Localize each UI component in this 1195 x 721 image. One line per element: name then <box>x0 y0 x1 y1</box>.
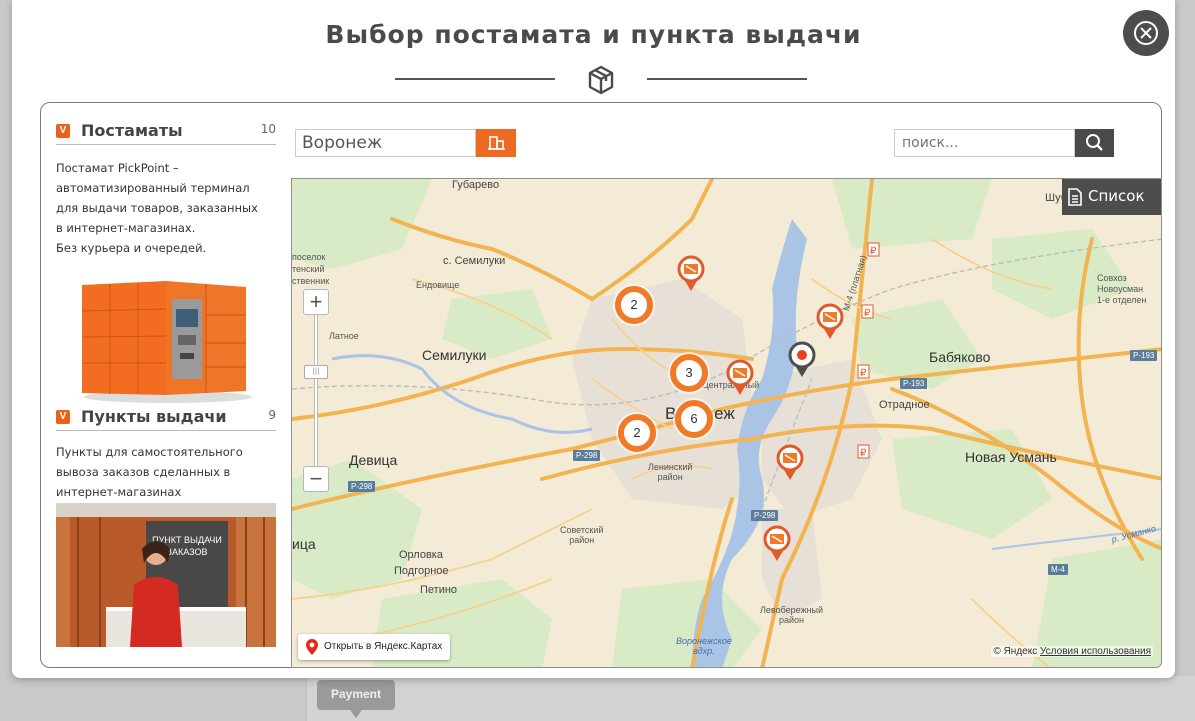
search-input[interactable] <box>894 129 1075 157</box>
zoom-control: + ||| − <box>303 289 329 494</box>
list-button-label: Список <box>1088 187 1145 205</box>
title-divider-right <box>647 78 807 80</box>
map-label-tenskiy: тенский <box>292 264 325 274</box>
map-label-orlovka: Орловка <box>399 549 443 561</box>
copyright-text: © Яндекс <box>993 646 1038 657</box>
city-select-button[interactable] <box>476 129 516 157</box>
backdrop-page <box>306 676 1195 721</box>
map-label-reservoir: Воронежское вдхр. <box>676 636 732 656</box>
v-badge-icon: V <box>56 410 70 424</box>
map-cluster[interactable]: 2 <box>615 286 653 324</box>
map-label-otradnoe: Отрадное <box>879 399 930 411</box>
map-label-endovishe: Ендовище <box>416 280 460 290</box>
search-icon <box>1086 134 1103 151</box>
close-icon <box>1134 21 1158 45</box>
map-label-latnoe: Латное <box>329 331 359 341</box>
map-label-sovkhoz: ственник <box>292 276 330 286</box>
road-sign-r298: Р-298 <box>348 481 376 492</box>
pickup-section: V Пункты выдачи 9 Пункты для самостоятел… <box>56 103 276 648</box>
pickup-count: 9 <box>268 408 276 422</box>
svg-text:ЗАКАЗОВ: ЗАКАЗОВ <box>167 547 208 557</box>
pickup-office-photo: ПУНКТ ВЫДАЧИ ЗАКАЗОВ <box>56 503 276 647</box>
title-divider-left <box>395 78 555 80</box>
open-in-yandex-maps-button[interactable]: Открыть в Яндекс.Картах <box>298 634 451 660</box>
map-cluster[interactable]: 2 <box>618 414 656 452</box>
close-button[interactable] <box>1123 10 1169 56</box>
zoom-track[interactable] <box>314 315 318 468</box>
pickup-point-modal: Выбор постамата и пункта выдачи V Постам… <box>12 0 1175 678</box>
pickup-title: Пункты выдачи <box>81 407 227 426</box>
map-label-devitsa: Девица <box>349 452 398 468</box>
payment-tooltip: Payment <box>317 680 395 718</box>
pickup-point-pin[interactable] <box>675 255 707 295</box>
pickup-point-pin[interactable] <box>761 525 793 565</box>
pickup-point-pin[interactable] <box>814 303 846 343</box>
road-sign-m4: М-4 <box>1048 564 1068 575</box>
terms-of-use-link[interactable]: Условия использования <box>1040 646 1151 657</box>
map-cluster[interactable]: 3 <box>670 354 708 392</box>
road-sign-r298: Р-298 <box>573 450 601 461</box>
city-field[interactable]: Воронеж <box>295 129 476 157</box>
buildings-icon <box>488 136 505 150</box>
map-label-babyakovo: Бабяково <box>929 349 991 365</box>
open-in-yandex-label: Открыть в Яндекс.Картах <box>324 641 443 652</box>
locker-location-pin[interactable] <box>786 341 818 381</box>
road-sign-r193: Р-193 <box>900 378 928 389</box>
map-cluster[interactable]: 6 <box>675 400 713 438</box>
map-label-gubarevo: Губарево <box>452 179 500 191</box>
svg-text:₽: ₽ <box>860 368 867 379</box>
map-label-ica: ица <box>292 536 316 552</box>
map-label-sovkhoz-novousman: Совхоз Новоусман 1-е отделен <box>1097 273 1147 305</box>
map-label-sovetsky: Советский район <box>560 525 604 545</box>
pickup-header: V Пункты выдачи 9 <box>56 407 276 431</box>
map-label-petino: Петино <box>420 584 458 596</box>
map-label-leninsky: Ленинский район <box>648 462 693 482</box>
map-label-podgornoe: Подгорное <box>394 565 449 577</box>
road-sign-r193: Р-193 <box>1130 350 1158 361</box>
map-label-poselok: поселок <box>292 252 326 262</box>
pickup-point-pin[interactable] <box>774 444 806 484</box>
map-label-semiluki-village: с. Семилуки <box>443 255 506 267</box>
modal-title: Выбор постамата и пункта выдачи <box>325 20 862 49</box>
map-label-novaya-usman: Новая Усмань <box>965 449 1057 465</box>
zoom-slider-handle[interactable]: ||| <box>304 365 328 379</box>
pickup-point-pin[interactable] <box>724 359 756 399</box>
pickup-description: Пункты для самостоятельного вывоза заказ… <box>56 445 243 499</box>
document-list-icon <box>1068 188 1082 206</box>
map-label-levoberezhny: Левобережный район <box>760 605 824 625</box>
svg-text:₽: ₽ <box>864 308 871 319</box>
svg-text:₽: ₽ <box>860 448 867 459</box>
zoom-out-button[interactable]: − <box>303 466 329 492</box>
map-pin-icon <box>306 639 318 655</box>
zoom-in-button[interactable]: + <box>303 289 329 315</box>
svg-text:₽: ₽ <box>870 246 877 257</box>
modal-content-frame: V Постаматы 10 Постамат PickPoint – авто… <box>40 102 1162 668</box>
list-view-button[interactable]: Список <box>1062 179 1161 215</box>
map-label-semiluki: Семилуки <box>422 347 487 363</box>
map-attribution: © Яндекс Условия использования <box>991 646 1153 657</box>
road-sign-r298: Р-298 <box>751 510 779 521</box>
yandex-map[interactable]: ₽ ₽ ₽ ₽ Губарево Шуберс поселок тенский … <box>291 178 1162 668</box>
parcel-box-icon <box>588 65 614 95</box>
search-button[interactable] <box>1075 129 1114 157</box>
